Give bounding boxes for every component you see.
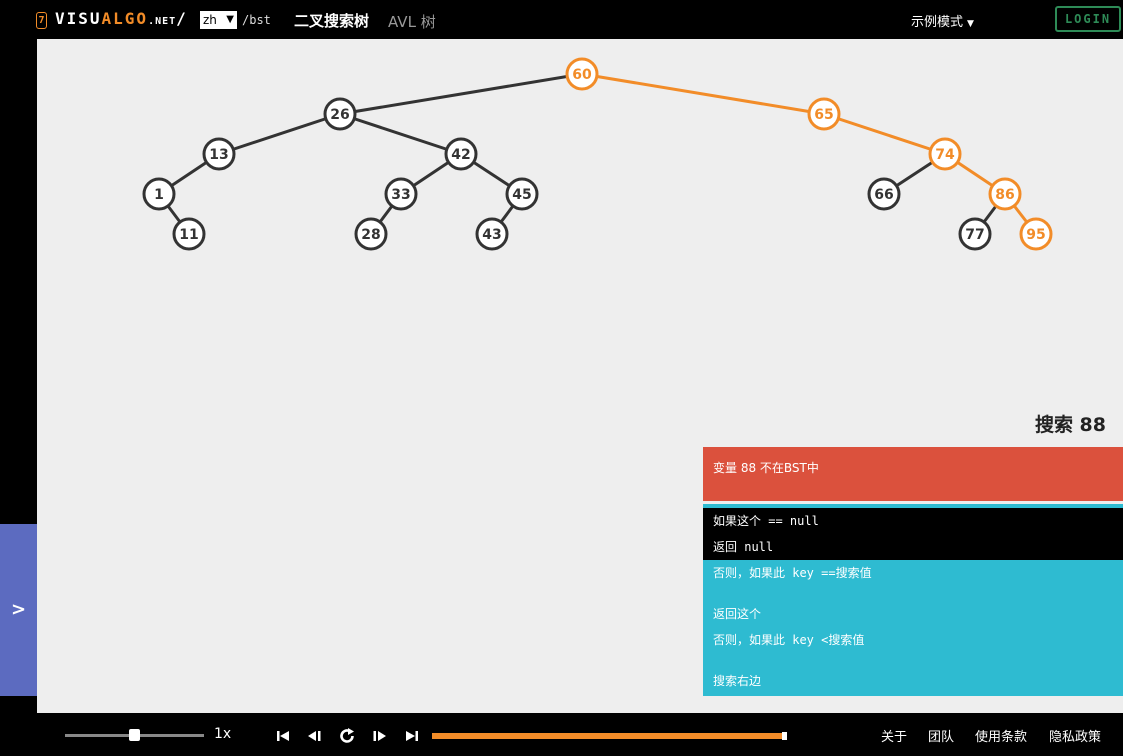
language-select[interactable]: zh ▼ — [200, 11, 237, 29]
tree-edge — [581, 72, 825, 116]
tree-node[interactable]: 33 — [384, 177, 418, 211]
example-mode-label: 示例模式 — [911, 15, 964, 30]
tree-node-label: 65 — [814, 107, 833, 123]
chevron-down-icon: ▼ — [226, 14, 234, 25]
tree-node[interactable]: 86 — [988, 177, 1022, 211]
tree-node-label: 95 — [1026, 227, 1045, 243]
tree-node-label: 28 — [361, 227, 380, 243]
footer-privacy-link[interactable]: 隐私政策 — [1049, 726, 1101, 745]
tree-node[interactable]: 74 — [928, 137, 962, 171]
code-line: 返回这个 — [713, 607, 762, 621]
tree-node-label: 11 — [179, 227, 198, 243]
tree-edge — [339, 112, 462, 156]
side-panel-toggle[interactable]: > — [0, 524, 37, 696]
logo-visu: VISU — [55, 9, 102, 28]
tree-node-label: 45 — [512, 187, 531, 203]
tree-node[interactable]: 95 — [1019, 217, 1053, 251]
status-panel: 变量 88 不在BST中 — [703, 447, 1123, 501]
code-line: 搜索右边 — [713, 674, 762, 688]
tree-node[interactable]: 11 — [172, 217, 206, 251]
tree-node[interactable]: 60 — [565, 57, 599, 91]
tree-edges — [157, 72, 1038, 235]
tree-edge — [339, 72, 583, 116]
skip-to-start-icon[interactable] — [274, 727, 292, 745]
tree-node[interactable]: 66 — [867, 177, 901, 211]
language-value: zh — [203, 13, 217, 27]
replay-icon[interactable] — [338, 727, 356, 745]
footer-about-link[interactable]: 关于 — [881, 726, 907, 745]
title-bst-link[interactable]: 二叉搜索树 — [294, 10, 369, 31]
logo-net: .NET — [148, 16, 177, 27]
logo-algo: ALGO — [101, 9, 149, 28]
caret-down-icon: ▼ — [967, 19, 974, 29]
page-path: /bst — [242, 13, 271, 27]
tree-node[interactable]: 65 — [807, 97, 841, 131]
status-text: 变量 88 不在BST中 — [713, 461, 819, 475]
pseudocode-panel: 如果这个 == null 返回 null 否则，如果此 key ==搜索值 返回… — [703, 504, 1123, 696]
tree-node[interactable]: 1 — [142, 177, 176, 211]
title-avl-link[interactable]: AVL 树 — [388, 11, 436, 32]
tree-node[interactable]: 42 — [444, 137, 478, 171]
tree-node-label: 26 — [330, 107, 349, 123]
code-line: 否则，如果此 key ==搜索值 — [713, 566, 872, 580]
speed-label: 1x — [214, 726, 232, 742]
visualgo-logo[interactable]: VISUALGO.NET/ — [55, 9, 188, 28]
tree-node[interactable]: 77 — [958, 217, 992, 251]
tree-node[interactable]: 26 — [323, 97, 357, 131]
code-line: 如果这个 == null — [703, 508, 1123, 534]
skip-to-end-icon[interactable] — [403, 727, 421, 745]
tree-edge — [218, 112, 341, 156]
step-forward-icon[interactable] — [371, 727, 389, 745]
tree-node[interactable]: 28 — [354, 217, 388, 251]
tree-node-label: 13 — [209, 147, 228, 163]
tree-node[interactable]: 43 — [475, 217, 509, 251]
code-line: 返回 null — [703, 534, 1123, 560]
example-mode-dropdown[interactable]: 示例模式 ▼ — [911, 11, 974, 30]
tree-edge — [823, 112, 946, 156]
operation-title: 搜索 88 — [1034, 414, 1106, 436]
logo-badge[interactable]: 7 — [36, 12, 47, 29]
step-back-icon[interactable] — [305, 727, 323, 745]
tree-node-label: 43 — [482, 227, 501, 243]
tree-node-label: 86 — [995, 187, 1014, 203]
footer-team-link[interactable]: 团队 — [928, 726, 954, 745]
tree-node-label: 42 — [451, 147, 470, 163]
progress-handle[interactable] — [782, 732, 787, 740]
tree-node-label: 74 — [935, 147, 955, 163]
login-button[interactable]: LOGIN — [1055, 6, 1121, 32]
tree-node-label: 77 — [965, 227, 984, 243]
tree-node[interactable]: 45 — [505, 177, 539, 211]
logo-slash: / — [176, 9, 188, 28]
footer-terms-link[interactable]: 使用条款 — [975, 726, 1027, 745]
tree-node-label: 33 — [391, 187, 410, 203]
code-line: 否则，如果此 key <搜索值 — [713, 633, 865, 647]
tree-nodes: 60 26 65 13 42 74 1 33 45 66 86 11 28 43 77 95 — [142, 57, 1053, 251]
tree-node-label: 60 — [572, 67, 592, 83]
tree-node[interactable]: 13 — [202, 137, 236, 171]
speed-slider-handle[interactable] — [129, 729, 140, 741]
animation-progress-bar[interactable] — [432, 733, 787, 739]
tree-node-label: 66 — [874, 187, 893, 203]
tree-node-label: 1 — [154, 187, 164, 203]
